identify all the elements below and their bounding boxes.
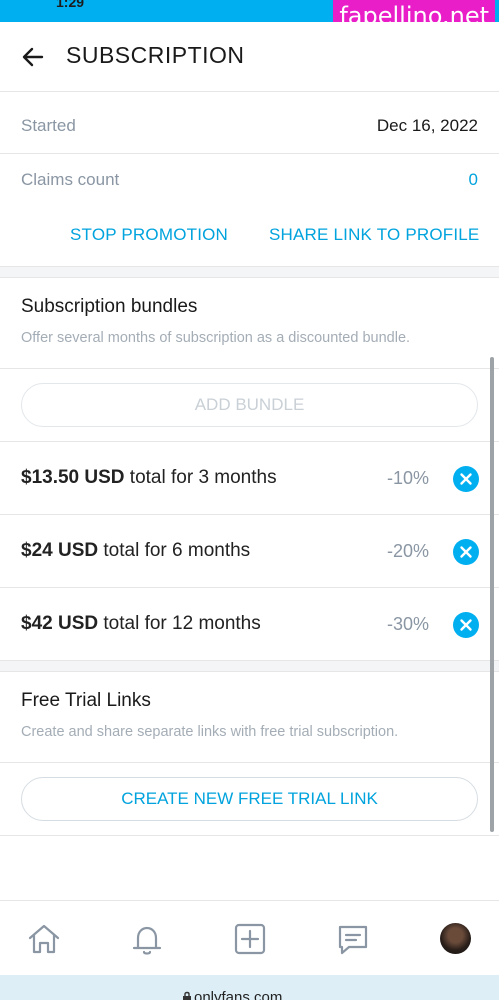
claims-label: Claims count xyxy=(21,170,120,189)
bundle-text: $13.50 USD total for 3 months xyxy=(21,467,277,489)
remove-bundle-button[interactable] xyxy=(453,612,479,638)
share-link-button[interactable]: SHARE LINK TO PROFILE xyxy=(269,225,479,245)
message-icon xyxy=(338,925,368,955)
browser-bar: onlyfans.com xyxy=(0,975,499,1000)
bundle-row: $13.50 USD total for 3 months -10% xyxy=(0,442,499,515)
bundles-title: Subscription bundles xyxy=(21,296,198,317)
remove-bundle-button[interactable] xyxy=(453,539,479,565)
arrow-left-icon xyxy=(22,47,44,67)
close-icon xyxy=(460,619,472,631)
started-value: Dec 16, 2022 xyxy=(376,116,478,135)
started-row: Started Dec 16, 2022 xyxy=(0,92,499,154)
remove-bundle-button[interactable] xyxy=(453,466,479,492)
section-divider xyxy=(0,266,499,278)
bottom-nav xyxy=(0,900,499,975)
bundle-discount: -30% xyxy=(386,614,429,634)
bell-icon xyxy=(132,926,162,955)
close-icon xyxy=(460,473,472,485)
bundle-price: $42 USD xyxy=(21,613,99,634)
home-icon xyxy=(28,924,60,954)
bundle-row: $42 USD total for 12 months -30% xyxy=(0,588,499,661)
plus-square-icon xyxy=(234,923,266,955)
bundles-subtitle: Offer several months of subscription as … xyxy=(21,330,411,346)
bundle-description: total for 12 months xyxy=(98,613,261,634)
bundle-price: $13.50 USD xyxy=(21,467,125,488)
profile-avatar[interactable] xyxy=(440,923,471,954)
back-button[interactable] xyxy=(18,42,48,72)
status-time: 1:29 xyxy=(56,0,85,10)
free-trial-title: Free Trial Links xyxy=(21,690,151,711)
nav-notifications-button[interactable] xyxy=(129,921,165,957)
add-bundle-button[interactable]: ADD BUNDLE xyxy=(21,383,478,427)
app-header: SUBSCRIPTION xyxy=(0,22,499,92)
add-bundle-row: ADD BUNDLE xyxy=(0,368,499,442)
bundle-discount: -10% xyxy=(386,468,429,488)
bundle-description: total for 6 months xyxy=(98,540,251,561)
create-trial-row: CREATE NEW FREE TRIAL LINK xyxy=(0,762,499,836)
lock-icon xyxy=(183,991,191,1000)
nav-add-post-button[interactable] xyxy=(232,921,268,957)
claims-count[interactable]: 0 xyxy=(469,170,478,190)
bundle-text: $42 USD total for 12 months xyxy=(21,613,261,635)
nav-home-button[interactable] xyxy=(26,921,62,957)
close-icon xyxy=(460,546,472,558)
stop-promotion-button[interactable]: STOP PROMOTION xyxy=(70,225,228,245)
nav-messages-button[interactable] xyxy=(335,921,371,957)
scrollbar[interactable] xyxy=(490,357,494,832)
section-divider xyxy=(0,660,499,672)
free-trial-subtitle: Create and share separate links with fre… xyxy=(21,724,399,740)
browser-url[interactable]: onlyfans.com xyxy=(194,989,282,1000)
page-title: SUBSCRIPTION xyxy=(66,42,245,68)
bundle-row: $24 USD total for 6 months -20% xyxy=(0,515,499,588)
claims-row: Claims count 0 xyxy=(0,154,499,206)
started-label: Started xyxy=(21,116,76,135)
bundle-text: $24 USD total for 6 months xyxy=(21,540,250,562)
bundle-description: total for 3 months xyxy=(124,467,277,488)
create-free-trial-link-button[interactable]: CREATE NEW FREE TRIAL LINK xyxy=(21,777,478,821)
bundle-discount: -20% xyxy=(386,541,429,561)
bundle-price: $24 USD xyxy=(21,540,99,561)
